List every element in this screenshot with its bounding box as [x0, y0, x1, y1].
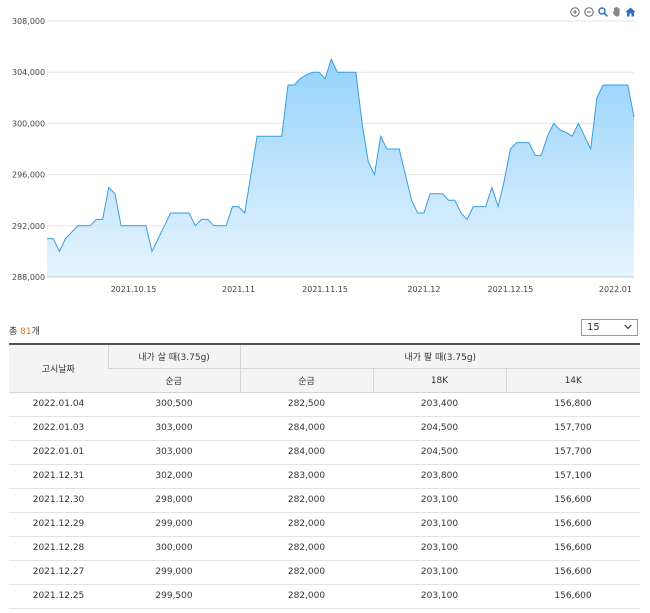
cell-sell-18k: 204,500: [373, 440, 506, 465]
cell-sell-18k: 203,100: [373, 512, 506, 537]
chart-toolbar: [569, 6, 636, 17]
table-row: 2021.12.31 302,000 283,000 203,800 157,100: [9, 464, 641, 489]
cell-date: 2021.12.30: [9, 488, 108, 513]
y-tick-label: 308,000: [12, 17, 45, 26]
cell-sell-18k: 203,400: [373, 392, 506, 417]
cell-sell-18k: 203,100: [373, 560, 506, 585]
cell-date: 2021.12.28: [9, 536, 108, 561]
cell-sell-pure: 282,000: [240, 536, 373, 561]
x-tick-label: 2021.11: [222, 285, 255, 294]
cell-date: 2021.12.31: [9, 464, 108, 489]
cell-buy-pure: 302,000: [108, 464, 240, 489]
cell-buy-pure: 303,000: [108, 440, 240, 465]
page-size-select[interactable]: 15: [581, 319, 638, 336]
cell-sell-14k: 157,100: [506, 464, 641, 489]
y-tick-label: 292,000: [12, 222, 45, 231]
header-sell-18k: 18K: [372, 368, 506, 393]
y-tick-label: 300,000: [12, 119, 45, 128]
cell-date: 2022.01.01: [9, 440, 108, 465]
cell-sell-14k: 156,600: [506, 488, 641, 513]
cell-sell-pure: 284,000: [240, 440, 373, 465]
table-row: 2021.12.25 299,500 282,000 203,100 156,600: [9, 584, 641, 609]
table-row: 2022.01.04 300,500 282,500 203,400 156,800: [9, 392, 641, 417]
header-sell: 내가 팔 때(3.75g): [239, 343, 641, 369]
x-tick-label: 2022.01: [599, 285, 632, 294]
y-tick-label: 288,000: [12, 273, 45, 282]
cell-sell-pure: 282,000: [240, 488, 373, 513]
zoom-in-icon[interactable]: [569, 6, 580, 17]
cell-date: 2022.01.03: [9, 416, 108, 441]
x-tick-label: 2021.11.15: [302, 285, 348, 294]
cell-buy-pure: 303,000: [108, 416, 240, 441]
cell-sell-18k: 203,100: [373, 584, 506, 609]
cell-sell-pure: 282,000: [240, 584, 373, 609]
table-row: 2021.12.29 299,000 282,000 203,100 156,600: [9, 512, 641, 537]
cell-date: 2021.12.27: [9, 560, 108, 585]
cell-sell-pure: 283,000: [240, 464, 373, 489]
pan-hand-icon[interactable]: [611, 6, 622, 17]
cell-sell-pure: 282,000: [240, 560, 373, 585]
home-icon[interactable]: [625, 6, 636, 17]
cell-buy-pure: 299,000: [108, 512, 240, 537]
cell-buy-pure: 300,000: [108, 536, 240, 561]
area-fill: [47, 59, 634, 278]
page-size-value: 15: [587, 322, 600, 333]
cell-sell-18k: 203,800: [373, 464, 506, 489]
cell-sell-14k: 156,600: [506, 560, 641, 585]
header-sell-14k: 14K: [505, 368, 641, 393]
cell-buy-pure: 298,000: [108, 488, 240, 513]
cell-sell-14k: 156,600: [506, 584, 641, 609]
total-count-value: 81: [20, 327, 32, 337]
table-row: 2021.12.30 298,000 282,000 203,100 156,600: [9, 488, 641, 513]
cell-sell-14k: 156,800: [506, 392, 641, 417]
total-prefix: 총: [9, 327, 21, 337]
header-date: 고시날짜: [9, 343, 108, 393]
cell-date: 2021.12.29: [9, 512, 108, 537]
cell-sell-14k: 157,700: [506, 416, 641, 441]
cell-sell-18k: 203,100: [373, 536, 506, 561]
table-row: 2022.01.01 303,000 284,000 204,500 157,700: [9, 440, 641, 465]
magnifier-icon[interactable]: [597, 6, 608, 17]
x-tick-label: 2021.12.15: [488, 285, 534, 294]
total-count: 총 81개: [9, 324, 40, 337]
total-suffix: 개: [31, 327, 40, 337]
cell-buy-pure: 299,000: [108, 560, 240, 585]
cell-sell-pure: 284,000: [240, 416, 373, 441]
cell-sell-18k: 204,500: [373, 416, 506, 441]
table-row: 2021.12.28 300,000 282,000 203,100 156,600: [9, 536, 641, 561]
y-tick-label: 304,000: [12, 68, 45, 77]
x-tick-label: 2021.12: [407, 285, 440, 294]
cell-sell-14k: 156,600: [506, 512, 641, 537]
table-row: 2022.01.03 303,000 284,000 204,500 157,700: [9, 416, 641, 441]
header-sell-pure: 순금: [239, 368, 373, 393]
zoom-out-icon[interactable]: [583, 6, 594, 17]
cell-sell-18k: 203,100: [373, 488, 506, 513]
price-chart[interactable]: 308,000 304,000 300,000 296,000 292,000 288,0…: [0, 0, 650, 300]
cell-sell-14k: 156,600: [506, 536, 641, 561]
header-buy: 내가 살 때(3.75g): [107, 343, 240, 369]
price-table: 고시날짜 내가 살 때(3.75g) 내가 팔 때(3.75g) 순금 순금 1…: [9, 343, 641, 609]
cell-buy-pure: 299,500: [108, 584, 240, 609]
cell-sell-14k: 157,700: [506, 440, 641, 465]
cell-sell-pure: 282,000: [240, 512, 373, 537]
chart-svg: 308,000 304,000 300,000 296,000 292,000 288,0…: [12, 17, 635, 294]
cell-sell-pure: 282,500: [240, 392, 373, 417]
cell-date: 2022.01.04: [9, 392, 108, 417]
header-buy-pure: 순금: [108, 368, 240, 393]
table-row: 2021.12.27 299,000 282,000 203,100 156,600: [9, 560, 641, 585]
x-tick-label: 2021.10.15: [111, 285, 157, 294]
chevron-down-icon: [624, 323, 632, 332]
table-body: 2022.01.04 300,500 282,500 203,400 156,800 20…: [9, 392, 641, 609]
cell-date: 2021.12.25: [9, 584, 108, 609]
y-tick-label: 296,000: [12, 171, 45, 180]
cell-buy-pure: 300,500: [108, 392, 240, 417]
